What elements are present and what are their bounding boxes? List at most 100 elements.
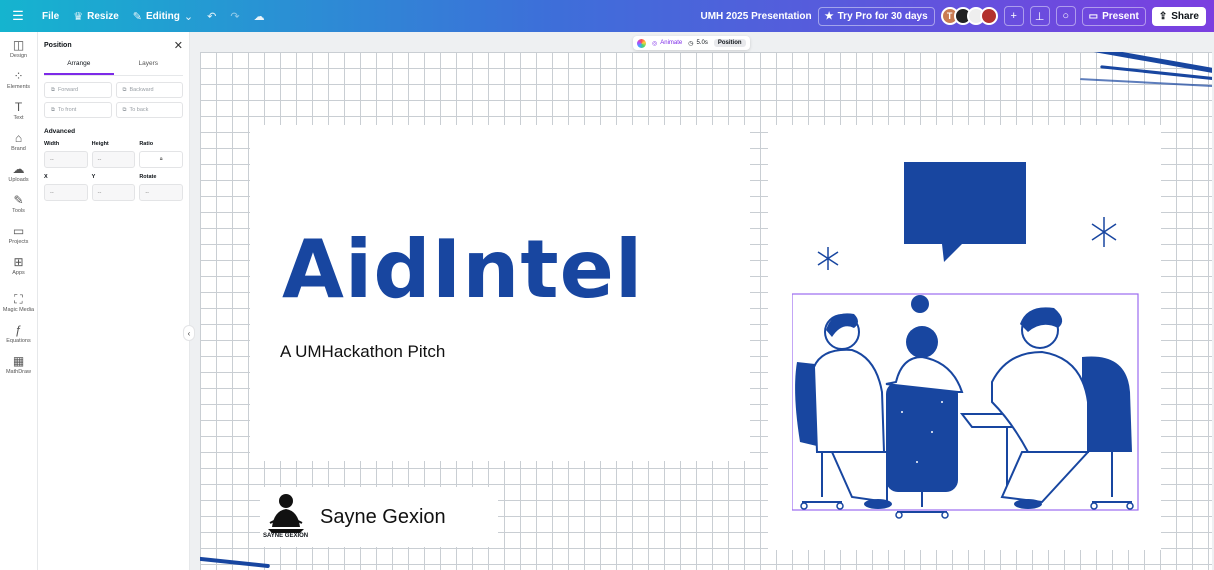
stats-icon[interactable]: ⊥	[1029, 6, 1050, 26]
resize-button[interactable]: ♛ Resize	[73, 10, 119, 23]
rail-label: Design	[9, 53, 28, 59]
duration-label: 5.0s	[696, 40, 708, 46]
resize-label: Resize	[87, 10, 119, 22]
rotate-field[interactable]: --	[139, 184, 183, 201]
backward-icon: ⧉	[122, 86, 127, 93]
tools-icon: ✎	[13, 193, 24, 207]
presentation-title[interactable]: UMH 2025 Presentation	[701, 11, 812, 22]
to-front-icon: ⧉	[51, 106, 55, 113]
color-picker-icon[interactable]	[637, 38, 646, 48]
tab-layers[interactable]: Layers	[114, 60, 184, 75]
panel-title: Position	[44, 41, 72, 49]
rail-item-text[interactable]: T Text	[0, 100, 38, 131]
undo-icon[interactable]: ↶	[207, 10, 216, 23]
brush-stroke	[1060, 52, 1212, 76]
height-label: Height	[91, 141, 109, 147]
forward-icon: ⧉	[51, 86, 55, 93]
team-name: Sayne Gexion	[320, 505, 446, 528]
rail-item-apps[interactable]: ⊞ Apps	[0, 255, 38, 286]
rail-item-equations[interactable]: ƒ Equations	[0, 323, 38, 354]
x-field[interactable]: --	[44, 184, 88, 201]
editing-label: Editing	[146, 10, 180, 22]
position-button[interactable]: Position	[713, 39, 746, 47]
apps-icon: ⊞	[13, 255, 24, 269]
to-back-icon: ⧉	[122, 106, 127, 113]
logo-caption: SAYNE GEXION	[263, 533, 309, 539]
people-at-table	[795, 295, 1134, 519]
chevron-down-icon: ⌄	[183, 10, 194, 23]
animate-icon: ◎	[652, 40, 658, 47]
y-field[interactable]: --	[91, 184, 136, 201]
forward-button[interactable]: ⧉ Forward	[44, 82, 112, 98]
uploads-icon: ☁	[12, 162, 25, 176]
file-label: File	[42, 10, 60, 22]
share-icon: ⇪	[1158, 10, 1168, 22]
top-bar: ☰ File ♛ Resize ✎ Editing ⌄ ↶ ↷ ☁ UMH 2025 …	[0, 0, 1214, 32]
rail-label: Text	[13, 115, 24, 121]
collaborator-avatars[interactable]: T	[940, 7, 998, 25]
rail-label: Uploads	[8, 177, 29, 183]
ratio-lock-button[interactable]: 🔒︎	[139, 151, 183, 168]
rail-item-projects[interactable]: ▭ Projects	[0, 224, 38, 255]
animate-label: Animate	[660, 40, 683, 46]
rail-label: Tools	[12, 208, 25, 214]
share-label: Share	[1171, 10, 1199, 22]
equations-icon: ƒ	[15, 323, 22, 337]
share-button[interactable]: ⇪ Share	[1151, 6, 1206, 26]
slide[interactable]: AidIntel A UMHackathon Pitch SAYNE GEXIO…	[200, 52, 1212, 570]
crown-icon: ♛	[73, 10, 84, 23]
to-back-button[interactable]: ⧉ To back	[115, 102, 183, 118]
text-icon: T	[14, 100, 23, 114]
rail-label: Apps	[12, 270, 25, 276]
comment-icon[interactable]: ○	[1055, 6, 1076, 26]
cloud-save-icon[interactable]: ☁	[254, 10, 265, 23]
x-label: X	[44, 174, 48, 180]
clock-icon: ◷	[688, 40, 694, 47]
element-toolbar: ◎ Animate ◷ 5.0s Position	[633, 36, 750, 50]
elements-icon: ⁘	[13, 69, 24, 83]
animate-button[interactable]: ◎ Animate	[652, 40, 682, 47]
rail-label: Elements	[7, 84, 30, 90]
rail-item-tools[interactable]: ✎ Tools	[0, 193, 38, 224]
rail-label: Magic Media	[2, 307, 35, 313]
forward-label: Forward	[57, 87, 79, 93]
present-button[interactable]: ▭ Present	[1081, 6, 1146, 26]
file-menu[interactable]: File	[42, 11, 59, 22]
slide-title[interactable]: AidIntel	[282, 230, 643, 310]
rail-item-magic-media[interactable]: ⛶ Magic Media	[0, 292, 38, 323]
width-field[interactable]: --	[44, 151, 88, 168]
redo-icon[interactable]: ↷	[230, 10, 239, 23]
rail-item-mathdraw[interactable]: ▦ MathDraw	[0, 354, 38, 385]
close-icon[interactable]: ✕	[174, 39, 183, 52]
try-pro-label: Try Pro for 30 days	[837, 10, 928, 22]
chevron-left-icon: ‹	[187, 328, 191, 338]
rail-item-brand[interactable]: ⌂ Brand	[0, 131, 38, 162]
collapse-panel-button[interactable]: ‹	[183, 325, 195, 341]
slide-subtitle[interactable]: A UMHackathon Pitch	[280, 342, 445, 362]
rail-item-design[interactable]: ◫ Design	[0, 38, 38, 69]
ratio-label: Ratio	[139, 141, 154, 147]
try-pro-button[interactable]: ★ Try Pro for 30 days	[817, 6, 935, 26]
to-front-button[interactable]: ⧉ To front	[44, 102, 112, 118]
menu-icon[interactable]: ☰	[8, 8, 28, 24]
rail-item-uploads[interactable]: ☁ Uploads	[0, 162, 38, 193]
present-label: Present	[1102, 10, 1139, 22]
height-field[interactable]: --	[91, 151, 136, 168]
duration-button[interactable]: ◷ 5.0s	[688, 40, 708, 47]
pencil-icon: ✎	[132, 10, 143, 23]
brand-icon: ⌂	[14, 131, 23, 145]
speech-bubble-icon	[904, 162, 1026, 262]
backward-button[interactable]: ⧉ Backward	[115, 82, 183, 98]
team-logo[interactable]: SAYNE GEXION Sayne Gexion	[260, 487, 498, 547]
advanced-heading: Advanced	[44, 128, 76, 135]
magic-media-icon: ⛶	[14, 292, 23, 306]
tab-arrange[interactable]: Arrange	[44, 60, 114, 75]
editing-mode-dropdown[interactable]: ✎ Editing ⌄	[133, 10, 193, 23]
avatar	[979, 7, 998, 25]
star-icon: ★	[824, 10, 834, 22]
team-discussion-illustration[interactable]	[792, 152, 1142, 522]
add-collaborator-icon[interactable]: +	[1003, 6, 1024, 26]
rail-item-elements[interactable]: ⁘ Elements	[0, 69, 38, 100]
brush-stroke	[200, 555, 270, 569]
rail-label: Equations	[6, 338, 31, 344]
